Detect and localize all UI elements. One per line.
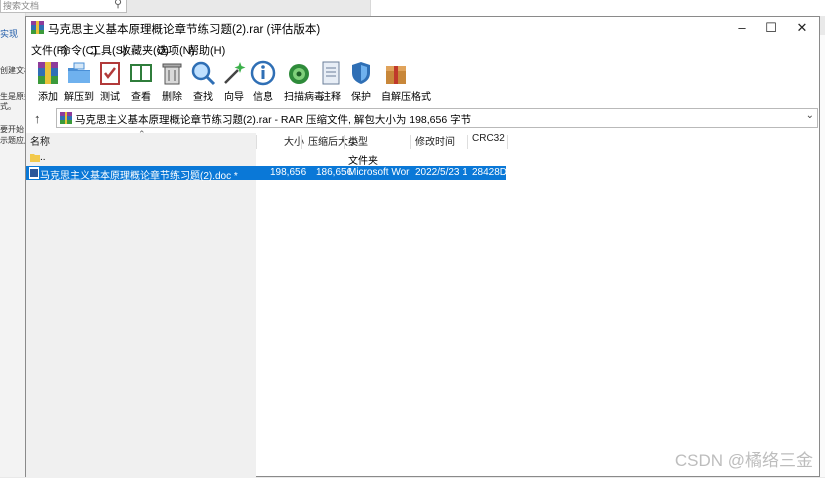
cell-name: 马克思主义基本原理概论章节练习题(2).doc * <box>40 171 238 182</box>
column-header-name[interactable]: 名称 <box>30 133 50 149</box>
background-panel <box>370 0 825 16</box>
background-fragment: 实现 <box>0 29 19 39</box>
cell-modified: 2022/5/23 14... <box>415 167 467 178</box>
column-separator[interactable] <box>301 135 302 149</box>
file-list: ⌃ 名称 大小 压缩后大小 类型 修改时间 CRC32 .. 文件夹 马克思主义… <box>26 129 819 478</box>
column-separator[interactable] <box>344 135 345 149</box>
toolbar-label: 解压到 <box>64 92 94 103</box>
winrar-app-icon <box>31 21 44 34</box>
extract-to-icon <box>68 62 90 83</box>
up-arrow-icon[interactable]: ↑ <box>34 111 41 126</box>
background-search-box[interactable]: 搜索文档 ⚲ <box>0 0 127 13</box>
archive-icon <box>60 112 72 124</box>
protect-button[interactable]: 保护 <box>346 60 376 103</box>
cell-size: 198,656 <box>270 167 307 178</box>
view-button[interactable]: 查看 <box>126 60 156 103</box>
test-button[interactable]: 测试 <box>95 60 125 103</box>
column-header-modified[interactable]: 修改时间 <box>415 133 455 149</box>
window-title: 马克思主义基本原理概论章节练习题(2).rar (评估版本) <box>48 24 321 36</box>
protect-icon <box>352 62 370 84</box>
column-separator[interactable] <box>410 135 411 149</box>
sort-ascending-icon: ⌃ <box>138 129 146 139</box>
toolbar-label: 查看 <box>131 92 151 103</box>
background-right-edge <box>820 35 825 477</box>
toolbar-label: 查找 <box>193 92 213 103</box>
info-icon <box>250 60 276 86</box>
address-field[interactable]: 马克思主义基本原理概论章节练习题(2).rar - RAR 压缩文件, 解包大小… <box>56 108 818 128</box>
comment-icon <box>322 61 340 85</box>
toolbar-label: 保护 <box>351 92 371 103</box>
column-separator[interactable] <box>256 135 257 149</box>
column-header-type[interactable]: 类型 <box>348 133 368 149</box>
menu-bar: 文件(F) 命令(C) 工具(S) 收藏夹(O) 选项(N) 帮助(H) <box>26 40 819 58</box>
address-bar: ↑ 马克思主义基本原理概论章节练习题(2).rar - RAR 压缩文件, 解包… <box>26 108 819 130</box>
sfx-button[interactable]: 自解压格式 <box>381 60 431 103</box>
cell-name: .. <box>40 152 46 163</box>
toolbar-label: 测试 <box>100 92 120 103</box>
toolbar-label: 添加 <box>38 92 58 103</box>
column-separator[interactable] <box>467 135 468 149</box>
wizard-button[interactable]: 向导 <box>219 60 249 103</box>
test-icon <box>100 62 120 85</box>
close-button[interactable]: ✕ <box>788 17 816 39</box>
word-document-icon <box>29 167 39 179</box>
toolbar-label: 删除 <box>162 92 182 103</box>
toolbar: 添加 解压到 测试 查看 删除 查找 向导 信息 扫描病毒 注释 保护 自解压格… <box>26 58 819 104</box>
minimize-button[interactable]: – <box>728 17 756 39</box>
address-path: 马克思主义基本原理概论章节练习题(2).rar - RAR 压缩文件, 解包大小… <box>75 114 472 126</box>
cell-packed-size: 186,656 <box>316 167 353 178</box>
delete-button[interactable]: 删除 <box>157 60 187 103</box>
background-fragment: 式。 <box>0 102 16 111</box>
column-header-crc32[interactable]: CRC32 <box>472 133 505 149</box>
virus-scan-button[interactable]: 扫描病毒 <box>284 60 324 103</box>
toolbar-label: 向导 <box>224 92 244 103</box>
comment-button[interactable]: 注释 <box>316 60 346 103</box>
find-button[interactable]: 查找 <box>188 60 218 103</box>
find-icon <box>191 61 216 86</box>
menu-help[interactable]: 帮助(H) <box>188 42 225 58</box>
background-search-placeholder: 搜索文档 <box>3 1 40 11</box>
maximize-button[interactable]: ☐ <box>757 17 785 39</box>
folder-icon <box>30 154 40 162</box>
toolbar-label: 自解压格式 <box>381 92 431 103</box>
toolbar-label: 扫描病毒 <box>284 92 324 103</box>
title-bar[interactable]: 马克思主义基本原理概论章节练习题(2).rar (评估版本) – ☐ ✕ <box>26 17 819 39</box>
list-item-parent-folder[interactable]: .. 文件夹 <box>26 151 506 167</box>
add-button[interactable]: 添加 <box>33 60 63 103</box>
toolbar-label: 注释 <box>321 92 341 103</box>
cell-type: Microsoft Word ... <box>348 167 410 178</box>
left-pane <box>26 133 256 478</box>
list-item-doc-file[interactable]: 马克思主义基本原理概论章节练习题(2).doc * 198,656 186,65… <box>26 166 506 182</box>
chevron-down-icon[interactable]: ⌄ <box>806 110 814 121</box>
extract-to-button[interactable]: 解压到 <box>64 60 94 103</box>
sfx-icon <box>386 66 406 84</box>
watermark: CSDN @橘络三金 <box>674 451 813 470</box>
toolbar-label: 信息 <box>253 92 273 103</box>
winrar-window: 马克思主义基本原理概论章节练习题(2).rar (评估版本) – ☐ ✕ 文件(… <box>25 16 820 478</box>
wizard-icon <box>224 62 246 84</box>
info-button[interactable]: 信息 <box>248 60 278 103</box>
cell-type: 文件夹 <box>348 156 378 167</box>
virus-scan-icon <box>289 64 309 84</box>
cell-crc32: 28428D... <box>472 167 506 178</box>
delete-icon <box>162 63 182 85</box>
column-separator[interactable] <box>507 135 508 149</box>
add-archive-icon <box>38 62 58 84</box>
view-icon <box>130 64 152 82</box>
search-icon[interactable]: ⚲ <box>114 0 122 10</box>
